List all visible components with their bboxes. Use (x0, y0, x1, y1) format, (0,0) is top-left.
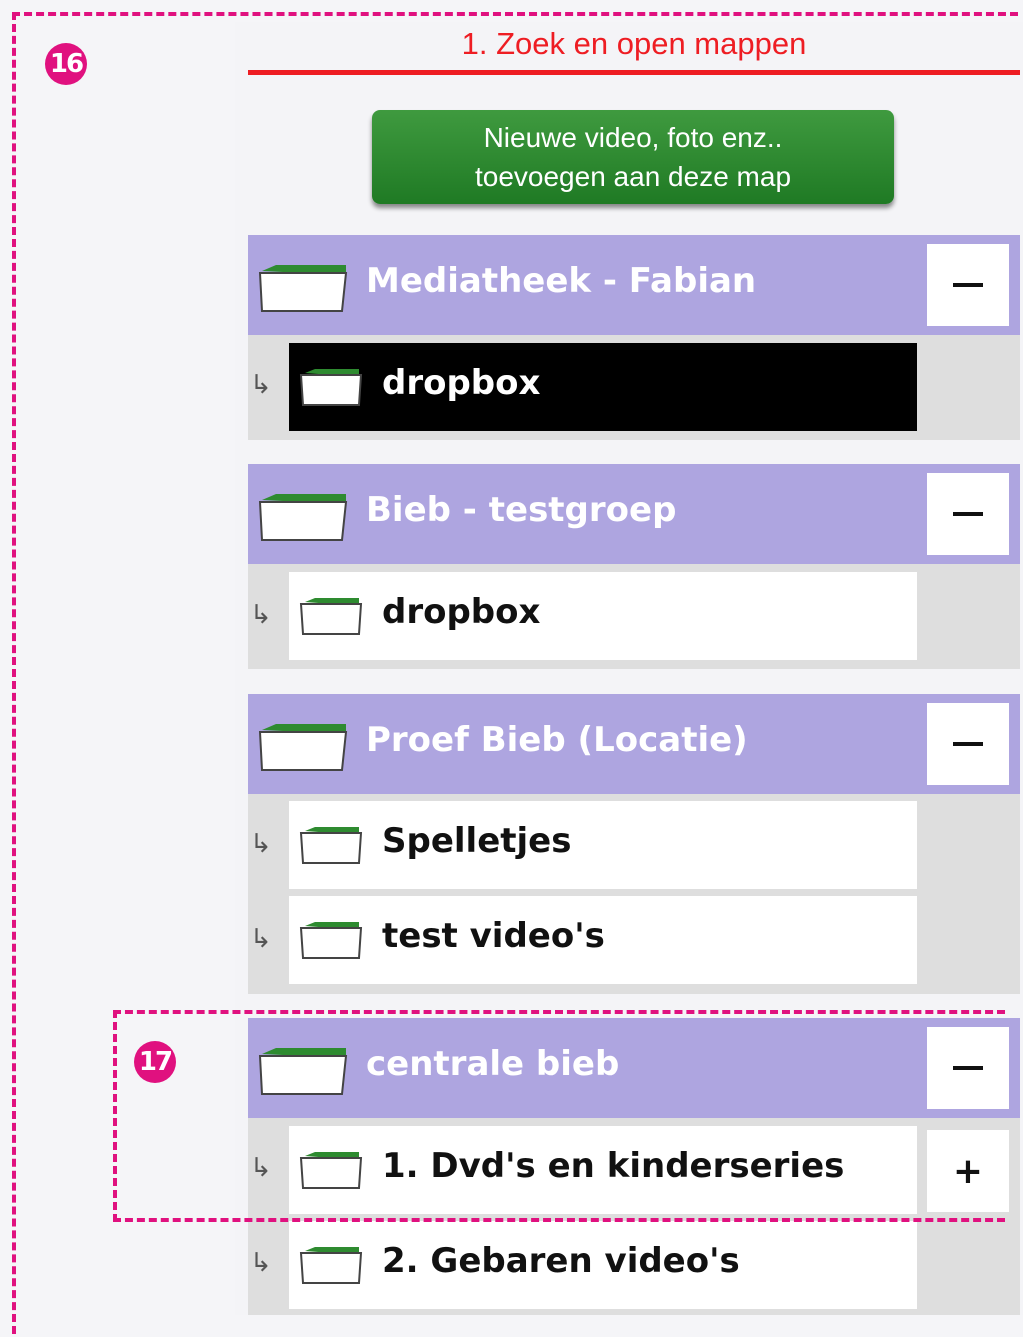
callout-badge-17: 17 (134, 1041, 176, 1083)
callout-badge-16: 16 (45, 43, 87, 85)
callout-box-17 (113, 1010, 1005, 1222)
